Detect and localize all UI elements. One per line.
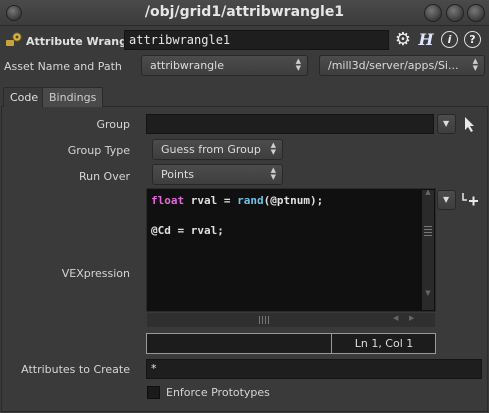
- vex-code-editor[interactable]: float rval = rand(@ptnum); @Cd = rval;: [146, 188, 436, 312]
- code-text: (@ptnum);: [263, 194, 324, 207]
- window-menu-button[interactable]: [6, 5, 22, 21]
- group-label: Group: [96, 118, 131, 131]
- minimize-button[interactable]: [424, 4, 442, 22]
- group-type-value: Guess from Group: [161, 143, 261, 156]
- dropdown-arrows-icon: ▲ ▼: [270, 141, 276, 156]
- code-keyword: float: [151, 194, 185, 207]
- vex-dropdown-button[interactable]: ▼: [437, 190, 456, 210]
- run-over-dropdown[interactable]: Points ▲ ▼: [152, 164, 283, 185]
- dropdown-arrows-icon: ▲ ▼: [472, 57, 478, 72]
- group-dropdown-button[interactable]: ▼: [437, 114, 456, 134]
- run-over-label: Run Over: [78, 170, 130, 183]
- asset-path-value: /mill3d/server/apps/Si...: [328, 59, 459, 72]
- houdini-h-icon[interactable]: H: [416, 30, 436, 50]
- group-field[interactable]: [146, 114, 434, 134]
- resize-grip-icon[interactable]: [424, 226, 432, 236]
- title-bar[interactable]: /obj/grid1/attribwrangle1: [0, 0, 489, 26]
- node-name-field[interactable]: attribwrangle1: [124, 30, 389, 50]
- close-button[interactable]: [467, 4, 485, 22]
- dropdown-arrows-icon: ▲ ▼: [270, 166, 276, 181]
- window-title: /obj/grid1/attribwrangle1: [144, 4, 345, 20]
- dropdown-arrows-icon: ▲ ▼: [295, 57, 301, 72]
- node-type-label: Attribute Wrangle: [26, 35, 139, 48]
- cursor-position: Ln 1, Col 1: [354, 337, 414, 350]
- editor-horizontal-scrollbar[interactable]: ◀ ▶: [147, 313, 435, 327]
- attributes-to-create-label: Attributes to Create: [21, 363, 130, 376]
- enforce-prototypes-checkbox[interactable]: [147, 386, 160, 399]
- info-icon[interactable]: i: [441, 31, 458, 48]
- code-line-1: float rval = rand(@ptnum);: [151, 194, 323, 207]
- code-function: rand: [237, 194, 264, 207]
- scroll-up-arrow-icon[interactable]: ▲: [422, 188, 434, 196]
- scroll-down-arrow-icon[interactable]: ▼: [422, 289, 434, 297]
- code-line-3: @Cd = rval;: [151, 224, 224, 237]
- scroll-right-arrow-icon[interactable]: ▶: [409, 314, 414, 322]
- tab-bindings[interactable]: Bindings: [42, 87, 104, 107]
- enforce-prototypes-label: Enforce Prototypes: [166, 386, 270, 399]
- asset-name-value: attribwrangle: [150, 59, 224, 72]
- asset-name-dropdown[interactable]: attribwrangle ▲ ▼: [141, 55, 308, 76]
- create-parameter-icon[interactable]: [460, 191, 480, 209]
- help-icon[interactable]: ?: [464, 31, 481, 48]
- code-text: rval =: [184, 194, 238, 207]
- resize-grip-icon[interactable]: [259, 316, 271, 324]
- select-arrow-icon[interactable]: [462, 115, 478, 133]
- vexpression-label: VEXpression: [61, 267, 130, 280]
- tab-code[interactable]: Code: [3, 87, 46, 107]
- asset-name-path-label: Asset Name and Path: [4, 60, 122, 73]
- group-type-label: Group Type: [67, 144, 130, 157]
- group-type-dropdown[interactable]: Guess from Group ▲ ▼: [152, 139, 283, 160]
- wrangle-node-icon: [5, 31, 23, 49]
- scroll-left-arrow-icon[interactable]: ◀: [393, 314, 398, 322]
- maximize-button[interactable]: [446, 4, 464, 22]
- editor-status-bar: Ln 1, Col 1: [146, 333, 436, 354]
- asset-path-dropdown[interactable]: /mill3d/server/apps/Si... ▲ ▼: [319, 55, 485, 76]
- run-over-value: Points: [161, 168, 195, 181]
- editor-vertical-scrollbar[interactable]: ▲ ▼: [422, 188, 434, 310]
- gear-icon[interactable]: ⚙: [393, 30, 413, 50]
- attributes-to-create-field[interactable]: *: [146, 359, 482, 379]
- dropdown-triangle-icon: ▼: [443, 195, 450, 204]
- dropdown-triangle-icon: ▼: [443, 119, 450, 128]
